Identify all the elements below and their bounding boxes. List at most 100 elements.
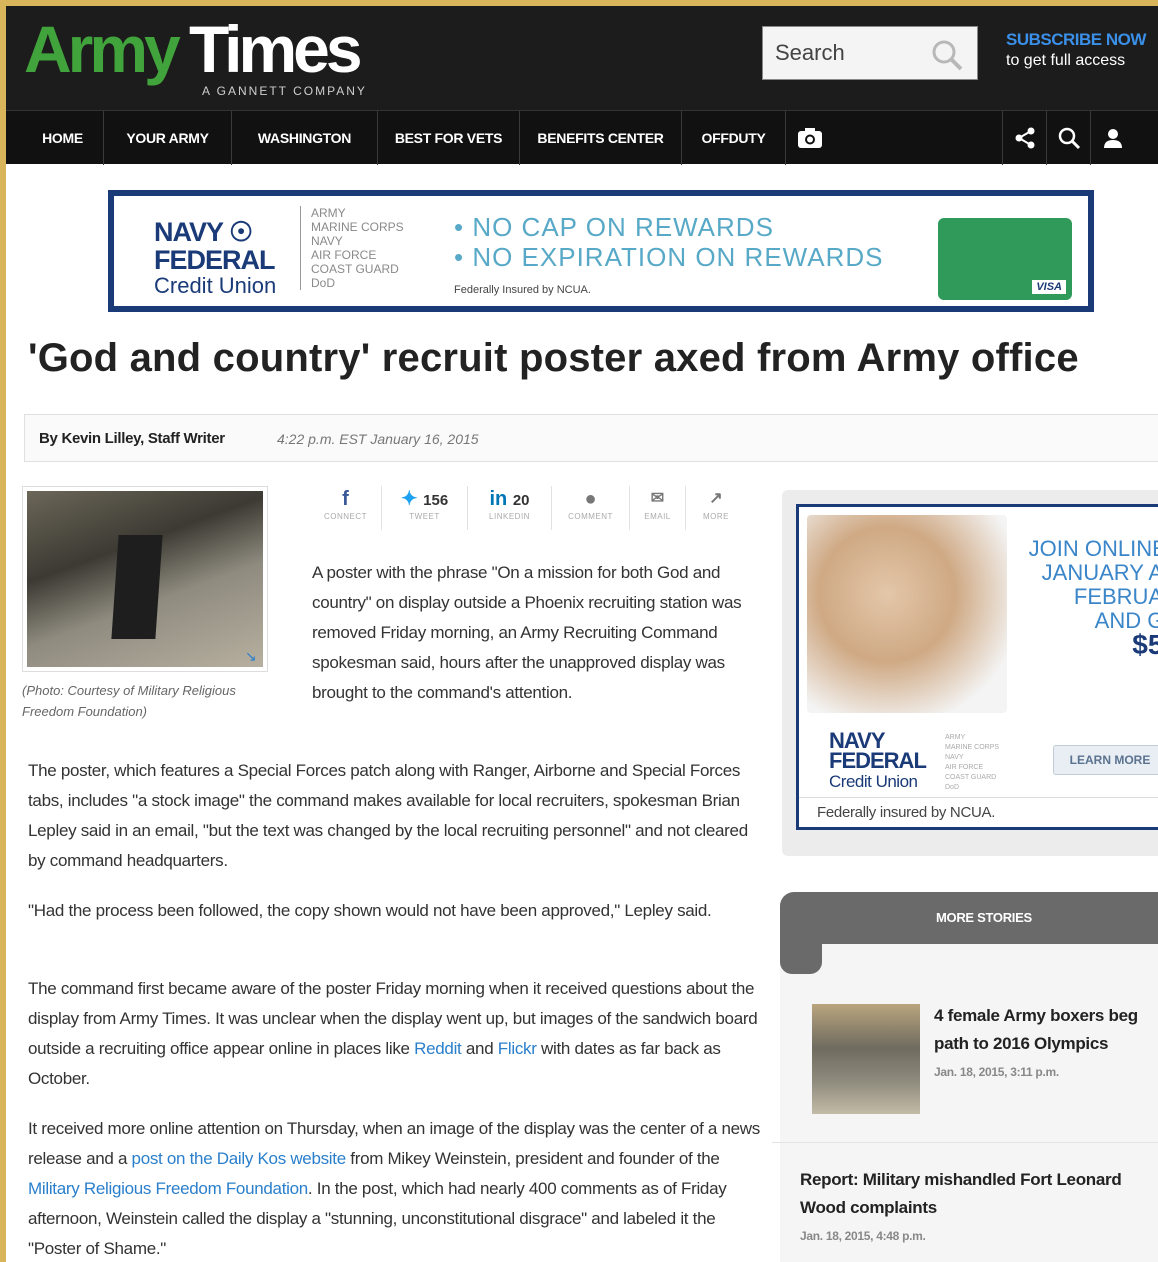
- flickr-link[interactable]: Flickr: [498, 1039, 537, 1058]
- share-twitter[interactable]: ✦ 156 TWEET: [382, 486, 468, 530]
- branch-item: MARINE CORPS: [945, 744, 1000, 751]
- nav-best-for-vets[interactable]: BEST FOR VETS: [378, 111, 520, 165]
- search-icon[interactable]: [929, 37, 965, 73]
- subscribe-link[interactable]: SUBSCRIBE NOW to get full access: [1006, 30, 1158, 70]
- linkedin-icon: in: [489, 488, 508, 510]
- branch-item: AIR FORCE: [311, 248, 377, 262]
- photo-image: ↘: [27, 491, 263, 667]
- camera-icon[interactable]: [788, 111, 832, 165]
- share-label: EMAIL: [644, 512, 671, 521]
- page: Army Times A GANNETT COMPANY SUBSCRIBE N…: [6, 6, 1158, 1262]
- article-paragraph: The command first became aware of the po…: [28, 974, 768, 1094]
- tweet-count: 156: [423, 492, 449, 509]
- share-more[interactable]: ↗ MORE: [686, 486, 746, 530]
- share-facebook[interactable]: f CONNECT: [310, 486, 382, 530]
- article-paragraph: It received more online attention on Thu…: [28, 1114, 768, 1262]
- story-date: Jan. 18, 2015, 4:48 p.m.: [800, 1229, 926, 1243]
- share-icon[interactable]: [1002, 111, 1046, 165]
- navy-federal-logo-small: NAVY FEDERAL Credit Union: [829, 730, 927, 793]
- share-label: CONNECT: [323, 512, 368, 521]
- p4-text: from Mikey Weinstein, president and foun…: [345, 1149, 720, 1168]
- subscribe-label: SUBSCRIBE NOW: [1006, 30, 1146, 49]
- branch-item: ARMY: [945, 734, 966, 741]
- branch-item: DoD: [311, 276, 336, 290]
- story-item[interactable]: Report: Military mishandled Fort Leonard…: [800, 1166, 1158, 1250]
- article-photo[interactable]: ↘: [22, 486, 268, 672]
- side-ad-insured: Federally insured by NCUA.: [799, 797, 1158, 821]
- nf-credit-union: Credit Union: [829, 772, 918, 791]
- story-title: path to 2016 Olympics: [934, 1034, 1109, 1053]
- ad-banner[interactable]: NAVY ☉ FEDERAL Credit Union ARMY MARINE …: [108, 190, 1094, 312]
- search-box: [762, 26, 978, 80]
- nav-washington[interactable]: WASHINGTON: [232, 111, 378, 165]
- share-email[interactable]: ✉ EMAIL: [630, 486, 686, 530]
- branch-list: ARMY MARINE CORPS NAVY AIR FORCE COAST G…: [300, 206, 404, 290]
- offer-line: JANUARY AN: [1041, 560, 1158, 585]
- army-times-logo[interactable]: Army Times A GANNETT COMPANY: [24, 12, 384, 98]
- nav-home[interactable]: HOME: [22, 111, 104, 165]
- header-ribbon-fold: [780, 944, 822, 974]
- email-icon: ✉: [650, 490, 665, 507]
- expand-icon[interactable]: ↘: [245, 649, 259, 663]
- more-stories-heading: MORE STORIES: [936, 910, 1032, 925]
- story-title: Report: Military mishandled Fort Leonard: [800, 1170, 1122, 1189]
- logo-times: Times: [189, 12, 363, 86]
- family-photo: [807, 515, 1007, 713]
- story-thumbnail[interactable]: [812, 1004, 920, 1114]
- side-ad-box: JOIN ONLINE I JANUARY AN FEBRUAR AND GE …: [796, 504, 1158, 830]
- article-lead: A poster with the phrase "On a mission f…: [312, 563, 742, 702]
- divider: [772, 1142, 1158, 1143]
- share-comment[interactable]: ● COMMENT: [552, 486, 630, 530]
- share-linkedin[interactable]: in 20 LINKEDIN: [468, 486, 552, 530]
- sandwich-board: [111, 535, 163, 639]
- story-item[interactable]: 4 female Army boxers beg path to 2016 Ol…: [934, 1002, 1158, 1086]
- share-label: MORE: [703, 512, 729, 521]
- story-date: Jan. 18, 2015, 3:11 p.m.: [934, 1065, 1059, 1079]
- header: Army Times A GANNETT COMPANY SUBSCRIBE N…: [6, 6, 1158, 110]
- search-input[interactable]: [763, 27, 933, 79]
- nav-search-icon[interactable]: [1046, 111, 1090, 165]
- story-title: 4 female Army boxers beg: [934, 1006, 1138, 1025]
- branch-item: AIR FORCE: [945, 764, 984, 771]
- branch-item: NAVY: [311, 234, 343, 248]
- branch-item: MARINE CORPS: [311, 220, 404, 234]
- learn-more-button[interactable]: LEARN MORE: [1053, 745, 1158, 775]
- share-label: COMMENT: [568, 512, 613, 521]
- byline: By Kevin Lilley, Staff Writer 4:22 p.m. …: [24, 414, 1158, 462]
- nf-federal: FEDERAL: [829, 748, 927, 773]
- twitter-row: ✦ 156: [382, 486, 467, 512]
- share-label: LINKEDIN: [489, 512, 530, 521]
- branch-item: DoD: [945, 784, 960, 791]
- facebook-icon: f: [342, 488, 349, 510]
- logo-tagline: A GANNETT COMPANY: [202, 84, 367, 98]
- share-label: TWEET: [409, 512, 440, 521]
- nav-offduty[interactable]: OFFDUTY: [682, 111, 786, 165]
- side-ad-offer: JOIN ONLINE I JANUARY AN FEBRUAR AND GE …: [999, 537, 1158, 660]
- user-icon[interactable]: [1090, 111, 1134, 165]
- nf-navy-text: NAVY: [154, 217, 224, 247]
- nav-benefits-center[interactable]: BENEFITS CENTER: [520, 111, 682, 165]
- photo-caption: (Photo: Courtesy of Military Religious F…: [22, 683, 236, 719]
- mrff-link[interactable]: Military Religious Freedom Foundation: [28, 1179, 308, 1198]
- more-stories-header: MORE STORIES: [780, 892, 1158, 944]
- nav-your-army[interactable]: YOUR ARMY: [104, 111, 232, 165]
- branch-list-small: ARMY MARINE CORPS NAVY AIR FORCE COAST G…: [945, 733, 999, 793]
- nf-navy: NAVY ☉: [154, 218, 276, 246]
- twitter-icon: ✦: [400, 488, 418, 510]
- main-nav: HOME YOUR ARMY WASHINGTON BEST FOR VETS …: [6, 110, 1158, 165]
- article-author: By Kevin Lilley, Staff Writer: [39, 430, 225, 447]
- branch-item: ARMY: [311, 206, 346, 220]
- more-share-icon: ↗: [709, 490, 723, 507]
- linkedin-count: 20: [512, 492, 530, 509]
- nf-credit-union: Credit Union: [154, 273, 277, 298]
- offer-line: FEBRUAR: [1073, 584, 1158, 609]
- navy-federal-logo: NAVY ☉ FEDERAL Credit Union: [154, 218, 276, 298]
- offer-amount: $50: [1132, 629, 1158, 660]
- daily-kos-link[interactable]: post on the Daily Kos website: [132, 1149, 347, 1168]
- branch-item: COAST GUARD: [311, 262, 399, 276]
- reddit-link[interactable]: Reddit: [414, 1039, 462, 1058]
- branch-item: NAVY: [945, 754, 964, 761]
- comment-icon: ●: [584, 488, 597, 510]
- side-ad[interactable]: JOIN ONLINE I JANUARY AN FEBRUAR AND GE …: [782, 490, 1158, 856]
- visa-logo: VISA: [1032, 280, 1066, 294]
